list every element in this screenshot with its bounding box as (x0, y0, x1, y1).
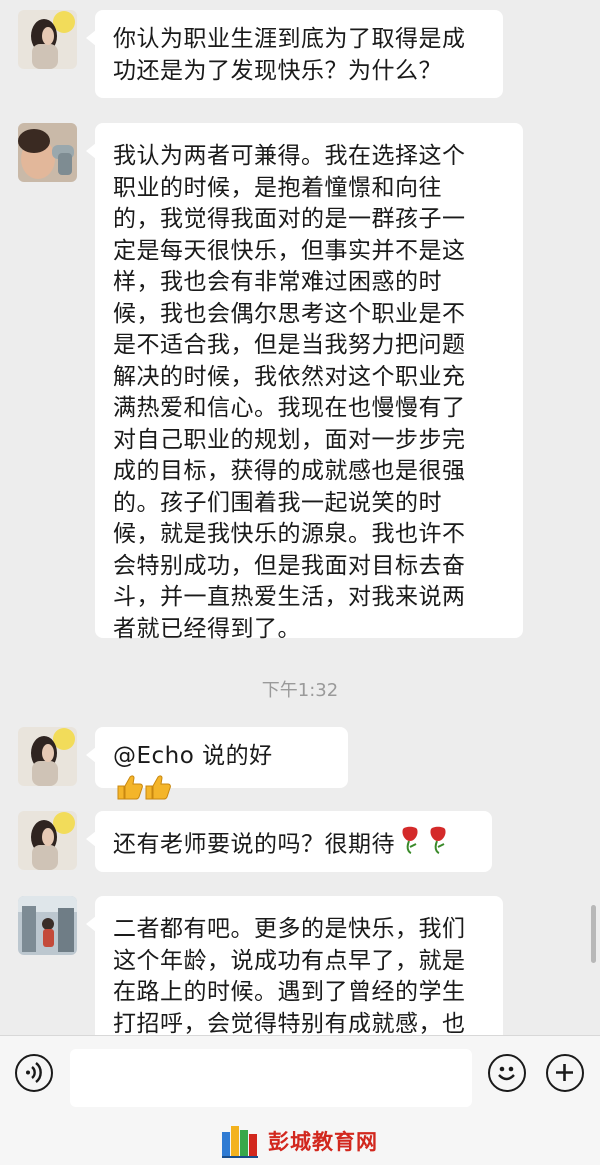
girl-profile-avatar (18, 727, 77, 786)
message-text-line: 的，我觉得我面对的是一群孩子一 (113, 206, 466, 232)
plus-icon (556, 1064, 573, 1081)
message-text-line: 的。孩子们围着我一起说笑的时 (113, 489, 442, 516)
avatar[interactable] (18, 123, 77, 182)
message-text-line: 这个年龄，说成功有点早了，就是 (113, 947, 466, 974)
message-text-line: 候，我也会偶尔思考这个职业是不 (113, 300, 466, 327)
message-text: @Echo 说的好 (113, 743, 273, 769)
message-text-line: 候，就是我快乐的源泉。我也许不 (113, 521, 466, 547)
message-text-line: 成的目标，获得的成就感也是很强 (113, 458, 466, 484)
child-drinking-avatar (18, 123, 77, 182)
voice-icon (26, 1062, 42, 1083)
message-input[interactable] (70, 1049, 472, 1107)
watermark-text: 彭城教育网 (268, 1129, 378, 1154)
message-bubble[interactable]: @Echo 说的好 (86, 727, 348, 799)
message-text-line: 是不适合我，但是当我努力把问题 (113, 332, 466, 358)
plus-button[interactable] (546, 1054, 584, 1092)
message-bubble[interactable]: 还有老师要说的吗？很期待 (86, 811, 492, 872)
avatar[interactable] (18, 10, 77, 69)
message-text-line: 会特别成功，但是我面对目标去奋 (113, 552, 466, 579)
input-bar (0, 1035, 600, 1119)
message-text-line: 样，我也会有非常难过困惑的时 (113, 269, 442, 295)
avatar[interactable] (18, 811, 77, 870)
timestamp: 下午1:32 (261, 680, 339, 701)
message-text-line: 斗，并一直热爱生活，对我来说两 (113, 584, 466, 610)
message-text: 还有老师要说的吗？很期待 (113, 831, 395, 858)
message-text-line: 者就已经得到了。 (113, 615, 301, 642)
avatar[interactable] (18, 727, 77, 786)
message-text-line: 职业的时候，是抱着憧憬和向往 (113, 174, 442, 201)
avatar[interactable] (18, 896, 77, 955)
street-photo-avatar (18, 896, 77, 955)
watermark: 彭城教育网 (220, 1121, 378, 1161)
watermark-bar: 彭城教育网 (0, 1118, 600, 1165)
girl-profile-avatar (18, 811, 77, 870)
message-bubble[interactable]: 你认为职业生涯到底为了取得是成 功还是为了发现快乐？为什么？ (86, 10, 503, 98)
message-text-line: 定是每天很快乐，但事实并不是这 (113, 237, 466, 264)
emoji-button[interactable] (488, 1054, 526, 1092)
message-bubble[interactable]: 二者都有吧。更多的是快乐，我们 这个年龄，说成功有点早了，就是 在路上的时候。遇… (86, 896, 503, 1056)
voice-button[interactable] (15, 1054, 53, 1092)
message-text-line: 在路上的时候。遇到了曾经的学生 (113, 979, 466, 1005)
message-bubble[interactable]: 我认为两者可兼得。我在选择这个 职业的时候，是抱着憧憬和向往 的，我觉得我面对的… (86, 123, 523, 642)
thumbs-up-icon (115, 773, 171, 811)
scrollbar[interactable] (591, 905, 596, 963)
emoji-icon (498, 1066, 515, 1081)
message-text-line: 我认为两者可兼得。我在选择这个 (113, 143, 466, 169)
rose-icon (397, 825, 453, 865)
message-text-line: 解决的时候，我依然对这个职业充 (113, 363, 466, 390)
message-text-line: 你认为职业生涯到底为了取得是成 (113, 26, 466, 52)
message-text-line: 对自己职业的规划，面对一步步完 (113, 426, 466, 453)
message-text-line: 满热爱和信心。我现在也慢慢有了 (113, 395, 466, 421)
books-logo-icon (222, 1126, 258, 1158)
message-text-line: 功还是为了发现快乐？为什么？ (113, 57, 442, 84)
girl-profile-avatar (18, 10, 77, 69)
message-text-line: 二者都有吧。更多的是快乐，我们 (113, 916, 466, 942)
